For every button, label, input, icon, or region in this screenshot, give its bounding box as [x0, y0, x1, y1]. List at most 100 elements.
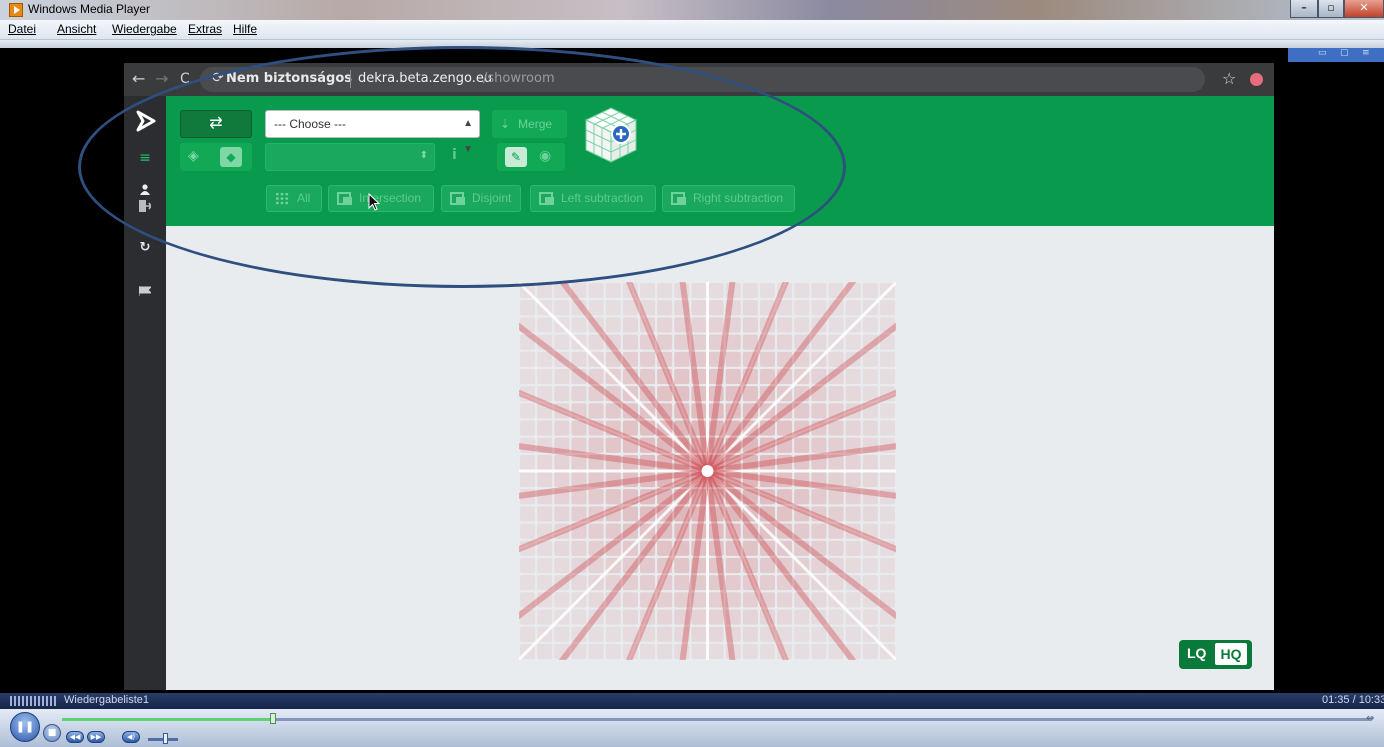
voxel-cell [828, 386, 844, 402]
close-button[interactable]: ✕ [1344, 0, 1384, 18]
voxel-cell [674, 557, 690, 574]
voxel-cell [879, 506, 895, 522]
voxel-cell [742, 300, 758, 316]
voxel-cell [862, 643, 878, 659]
media-player-icon [9, 3, 23, 17]
voxel-cell [605, 437, 621, 453]
compact-mode-icon[interactable]: ▭ [1318, 48, 1327, 58]
voxel-cell [879, 420, 895, 436]
pause-button[interactable]: ❚❚ [10, 712, 40, 742]
voxel-cell [879, 472, 895, 488]
voxel-cell [588, 523, 604, 539]
voxel-cell [845, 334, 861, 350]
voxel-cell [811, 437, 827, 453]
voxel-cell [571, 317, 587, 333]
stop-button[interactable]: ■ [43, 724, 61, 742]
voxel-cell [845, 506, 861, 522]
voxel-cell [811, 283, 827, 299]
voxel-cell [811, 489, 827, 505]
voxel-cell [708, 300, 724, 316]
maximize-button[interactable]: ▫ [1318, 0, 1344, 18]
voxel-cell [588, 489, 604, 505]
switch-library-icon[interactable]: ≡ [1362, 48, 1370, 58]
window-title: Windows Media Player [28, 2, 151, 16]
annotation-ellipse [78, 46, 846, 288]
voxel-cell [794, 283, 810, 299]
forward-icon[interactable]: → [155, 69, 168, 88]
voxel-lattice[interactable] [519, 282, 896, 660]
mini-controls: ▭ ▢ ≡ [1288, 48, 1384, 62]
voxel-cell [520, 300, 536, 316]
voxel-cell [554, 540, 570, 556]
volume-thumb[interactable] [163, 733, 168, 744]
bookmark-star-icon[interactable]: ☆ [1222, 69, 1236, 88]
low-quality-option[interactable]: LQ [1187, 645, 1206, 661]
flag-icon[interactable] [139, 286, 151, 296]
voxel-cell [879, 523, 895, 539]
voxel-cell [725, 557, 741, 574]
voxel-cell [520, 454, 536, 470]
voxel-cell [845, 626, 861, 642]
voxel-cell [554, 368, 570, 385]
voxel-cell [657, 609, 673, 625]
playlist-name[interactable]: Wiedergabeliste1 [64, 694, 149, 706]
voxel-cell [777, 592, 793, 608]
menu-ansicht[interactable]: Ansicht [57, 22, 96, 36]
minimize-button[interactable]: – [1290, 0, 1318, 18]
expand-icon[interactable]: ⇔ [1366, 713, 1374, 724]
voxel-cell [554, 300, 570, 316]
voxel-cell [674, 575, 690, 591]
seek-thumb[interactable] [269, 713, 276, 724]
voxel-cell [520, 557, 536, 574]
menu-extras[interactable]: Extras [188, 22, 222, 36]
playlist-icon[interactable] [10, 696, 56, 706]
voxel-cell [794, 489, 810, 505]
menu-datei[interactable]: Datei [8, 22, 36, 36]
voxel-cell [845, 368, 861, 385]
menu-hilfe[interactable]: Hilfe [233, 22, 257, 36]
voxel-cell [708, 283, 724, 299]
previous-button[interactable]: ◀◀ [66, 731, 84, 743]
voxel-cell [759, 643, 776, 659]
voxel-cell [537, 506, 553, 522]
voxel-cell [794, 300, 810, 316]
voxel-cell [571, 609, 587, 625]
voxel-cell [554, 626, 570, 642]
back-icon[interactable]: ← [132, 69, 145, 88]
voxel-cell [777, 609, 793, 625]
voxel-cell [862, 351, 878, 367]
next-button[interactable]: ▶▶ [87, 731, 105, 743]
voxel-cell [811, 643, 827, 659]
high-quality-option[interactable]: HQ [1215, 643, 1247, 665]
voxel-cell [537, 368, 553, 385]
voxel-cell [811, 300, 827, 316]
voxel-cell [520, 523, 536, 539]
voxel-cell [554, 472, 570, 488]
voxel-cell [828, 317, 844, 333]
extension-icon[interactable] [1250, 73, 1263, 86]
voxel-cell [879, 626, 895, 642]
voxel-cell [588, 626, 604, 642]
voxel-cell [605, 609, 621, 625]
voxel-cell [622, 420, 638, 436]
voxel-cell [845, 386, 861, 402]
fullscreen-icon[interactable]: ▢ [1340, 48, 1349, 58]
seek-progress [62, 718, 273, 721]
voxel-cell [605, 489, 621, 505]
voxel-cell [794, 643, 810, 659]
voxel-cell [794, 626, 810, 642]
voxel-cell [879, 351, 895, 367]
voxel-cell [759, 283, 776, 299]
voxel-cell [691, 300, 707, 316]
voxel-cell [879, 575, 895, 591]
title-bar: Windows Media Player – ▫ ✕ [0, 0, 1384, 20]
sync-icon[interactable]: ↻ [124, 240, 166, 255]
voxel-cell [862, 283, 878, 299]
voxel-cell [537, 420, 553, 436]
voxel-cell [657, 300, 673, 316]
mute-button[interactable]: ◀) [122, 731, 140, 743]
voxel-cell [879, 368, 895, 385]
voxel-cell [725, 351, 741, 367]
voxel-cell [777, 317, 793, 333]
menu-wiedergabe[interactable]: Wiedergabe [112, 22, 177, 36]
